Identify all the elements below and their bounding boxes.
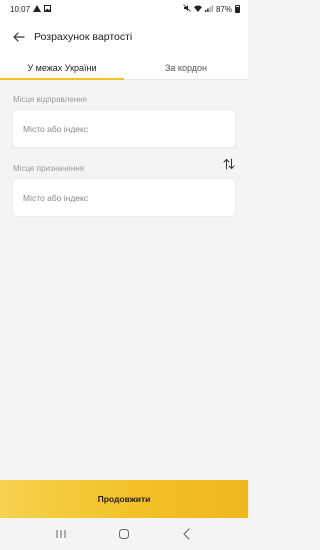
signal-icon	[204, 4, 213, 14]
origin-input[interactable]	[23, 123, 235, 134]
back-button[interactable]	[10, 28, 28, 46]
page-title: Розрахунок вартості	[34, 31, 133, 43]
recents-icon	[56, 530, 66, 538]
warning-icon	[33, 4, 42, 14]
tab-abroad[interactable]: За кордон	[124, 56, 248, 79]
app-header: Розрахунок вартості	[0, 18, 248, 56]
continue-button-label: Продовжити	[97, 494, 151, 504]
recents-button[interactable]	[51, 524, 71, 544]
battery-percent: 87%	[215, 4, 232, 14]
wifi-icon	[193, 5, 202, 14]
tab-within-ukraine[interactable]: У межах України	[0, 56, 124, 80]
home-icon	[118, 529, 129, 539]
arrow-left-icon	[13, 32, 25, 42]
battery-icon	[235, 5, 240, 13]
system-nav-bar	[0, 518, 248, 550]
swap-vertical-icon	[223, 158, 235, 170]
status-bar: 10:07 87%	[0, 0, 248, 18]
tab-bar: У межах України За кордон	[0, 56, 248, 80]
status-bar-left: 10:07	[10, 4, 52, 14]
tab-label: У межах України	[27, 62, 97, 73]
swap-button[interactable]	[220, 155, 238, 173]
back-icon	[183, 528, 190, 540]
origin-field[interactable]	[13, 110, 235, 147]
origin-label: Місце відправлення	[13, 95, 87, 104]
mute-icon	[183, 4, 191, 14]
image-icon	[44, 4, 52, 14]
tab-label: За кордон	[164, 62, 207, 73]
destination-field[interactable]	[13, 179, 235, 216]
destination-label: Місце призначення	[13, 164, 84, 173]
continue-button[interactable]: Продовжити	[0, 480, 248, 518]
status-time: 10:07	[10, 4, 31, 14]
home-button[interactable]	[114, 524, 134, 544]
system-back-button[interactable]	[177, 524, 197, 544]
destination-input[interactable]	[23, 192, 235, 203]
status-bar-right: 87%	[183, 4, 240, 14]
